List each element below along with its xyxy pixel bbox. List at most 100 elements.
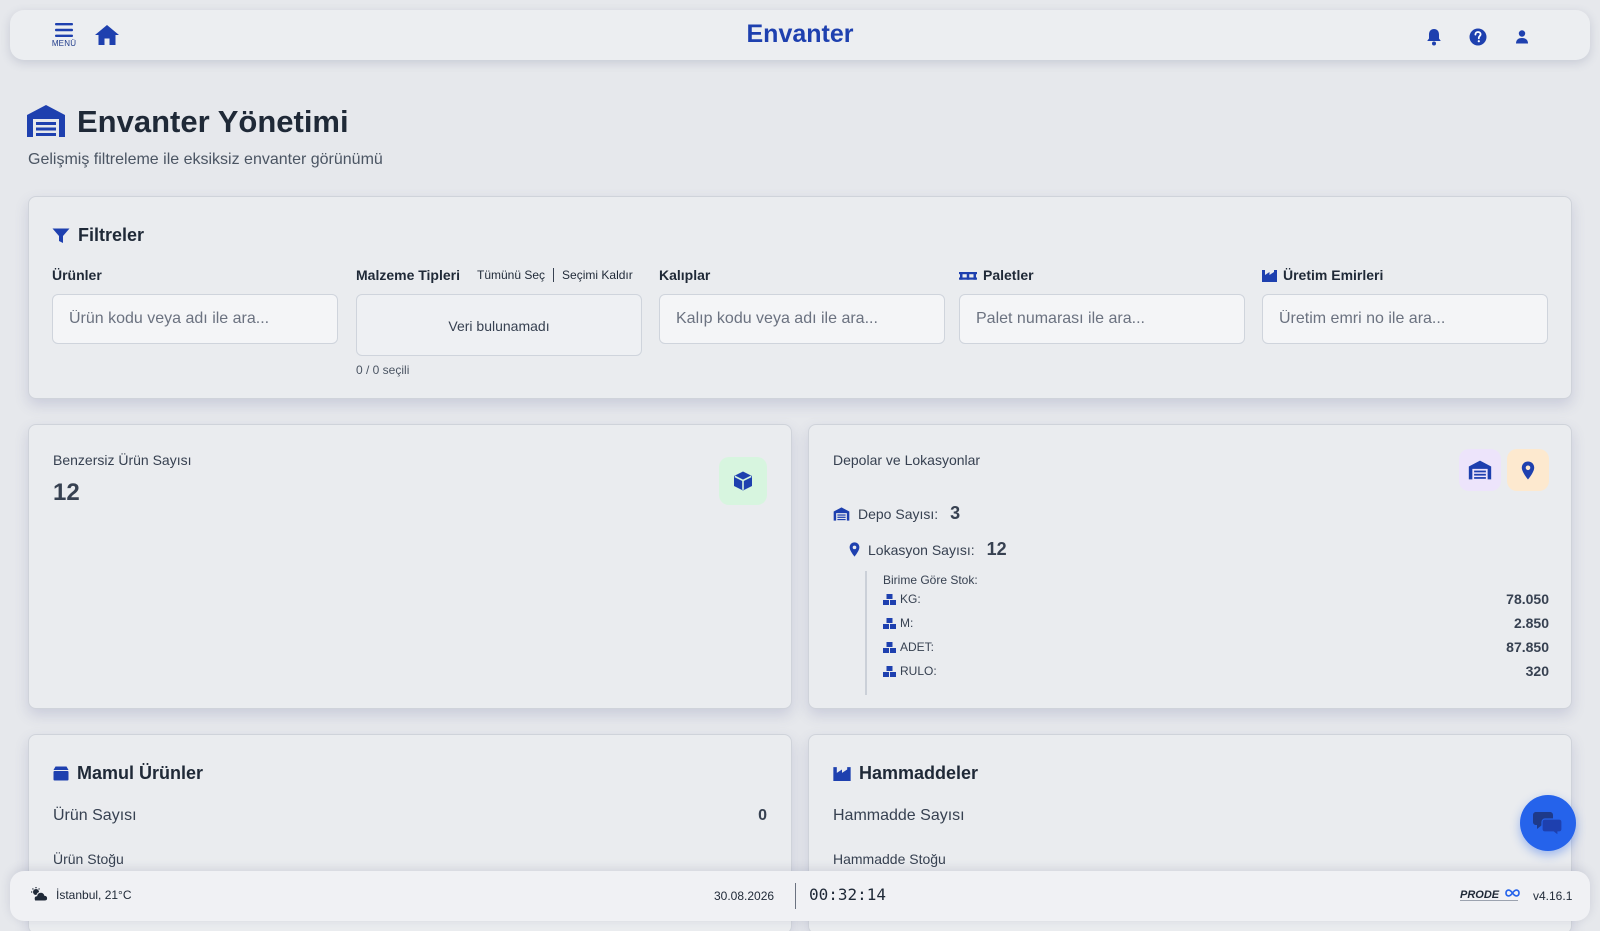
bell-icon [1427, 29, 1441, 46]
work-orders-label: Üretim Emirleri [1262, 267, 1383, 283]
factory-icon [833, 767, 851, 781]
depot-count-value: 3 [950, 503, 961, 523]
warehouse-icon [1468, 460, 1492, 480]
footer-bar: İstanbul, 21°C 30.08.2026 00:32:14 PRODE… [10, 871, 1590, 921]
location-pin-icon [849, 542, 860, 557]
location-badge [1507, 449, 1549, 491]
page-subtitle: Gelişmiş filtreleme ile eksiksiz envante… [28, 151, 383, 168]
raw-materials-count-row: Hammadde Sayısı [833, 807, 1547, 825]
unit-row: RULO: 320 [883, 659, 1549, 683]
material-types-label-text: Malzeme Tipleri [356, 267, 461, 283]
unit-name: KG: [900, 592, 921, 606]
filters-heading: Filtreler [52, 225, 144, 246]
unit-name: ADET: [900, 640, 935, 654]
material-types-label: Malzeme Tipleri [356, 267, 460, 283]
boxes-icon [883, 641, 896, 653]
boxes-icon [883, 617, 896, 629]
pallets-label-text: Paletler [983, 267, 1034, 283]
actions-divider [553, 268, 555, 282]
stock-by-unit-title: Birime Göre Stok: [883, 573, 978, 587]
app-version: v4.16.1 [1533, 889, 1573, 903]
warehouse-icon [27, 105, 65, 137]
boxes-icon [883, 593, 896, 605]
finished-products-count-label: Ürün Sayısı [53, 807, 137, 824]
unit-value: 78.050 [1506, 591, 1549, 607]
material-types-selected-count: 0 / 0 seçili [356, 363, 410, 377]
filter-icon [52, 228, 70, 243]
user-button[interactable] [1512, 27, 1532, 47]
depot-count-row: Depo Sayısı: 3 [833, 503, 960, 524]
chat-button[interactable] [1520, 795, 1576, 851]
filters-title: Filtreler [78, 225, 145, 245]
finished-products-count-row: Ürün Sayısı 0 [53, 807, 767, 825]
unique-products-label: Benzersiz Ürün Sayısı [53, 452, 192, 468]
cube-icon [734, 471, 752, 491]
raw-materials-stock-label: Hammadde Stoğu [833, 851, 946, 867]
material-types-actions: Tümünü Seç Seçimi Kaldır [477, 268, 633, 282]
unit-name: M: [900, 616, 914, 630]
warehouse-badge [1459, 449, 1501, 491]
footer-divider [795, 883, 796, 909]
unit-name: RULO: [900, 664, 937, 678]
finished-products-stock-label: Ürün Stoğu [53, 851, 124, 867]
warehouses-card: Depolar ve Lokasyonlar Depo Sayısı: 3 Lo… [808, 424, 1572, 709]
user-icon [1516, 30, 1528, 44]
cube-badge [719, 457, 767, 505]
products-label-text: Ürünler [52, 267, 102, 283]
unit-value: 2.850 [1513, 615, 1549, 631]
notifications-button[interactable] [1424, 27, 1444, 47]
stock-by-unit: Birime Göre Stok: KG: 78.050 M: 2.850 AD… [865, 571, 1549, 695]
boxes-icon [883, 665, 896, 677]
filters-panel: Filtreler Ürünler Malzeme Tipleri Tümünü… [28, 196, 1572, 399]
chat-bubbles-icon [1533, 812, 1563, 836]
products-search-input[interactable] [52, 294, 338, 344]
factory-icon [1262, 269, 1277, 282]
warehouses-label: Depolar ve Lokasyonlar [833, 452, 981, 468]
finished-products-count-value: 0 [758, 807, 767, 824]
pallet-icon [959, 272, 977, 280]
unit-value: 87.850 [1506, 639, 1549, 655]
weather-text: İstanbul, 21°C [56, 887, 132, 902]
location-count-value: 12 [986, 539, 1007, 559]
location-count-label: Lokasyon Sayısı: [868, 541, 975, 558]
weather-widget: İstanbul, 21°C [30, 887, 132, 902]
cloud-sun-icon [31, 887, 48, 902]
clear-selection-button[interactable]: Seçimi Kaldır [562, 268, 633, 282]
finished-products-heading: Mamul Ürünler [53, 763, 203, 784]
warehouse-icon [833, 506, 850, 521]
raw-materials-heading: Hammaddeler [833, 763, 978, 784]
select-all-button[interactable]: Tümünü Seç [477, 268, 545, 282]
prodeo-logo-text: PRODE [1460, 889, 1500, 901]
finished-products-title: Mamul Ürünler [77, 763, 204, 783]
pallets-label: Paletler [959, 267, 1034, 283]
footer-clock: 00:32:14 [809, 885, 887, 904]
unit-value: 320 [1525, 663, 1549, 679]
help-icon [1469, 28, 1487, 46]
unit-row: KG: 78.050 [883, 587, 1549, 611]
unit-row: ADET: 87.850 [883, 635, 1549, 659]
app-title: Envanter [746, 20, 854, 48]
molds-label: Kalıplar [659, 267, 710, 283]
prodeo-logo: PRODE [1460, 887, 1526, 908]
raw-materials-count-label: Hammadde Sayısı [833, 807, 965, 824]
footer-date: 30.08.2026 [714, 889, 775, 903]
products-label: Ürünler [52, 267, 102, 283]
pallets-search-input[interactable] [959, 294, 1245, 344]
work-orders-label-text: Üretim Emirleri [1283, 267, 1384, 283]
page-title: Envanter Yönetimi [77, 104, 349, 139]
unique-products-card: Benzersiz Ürün Sayısı 12 [28, 424, 792, 709]
prodeo-logo-mark: PRODE [1460, 889, 1520, 901]
depot-count-label: Depo Sayısı: [858, 505, 939, 522]
location-count-row: Lokasyon Sayısı: 12 [849, 539, 1007, 560]
unit-row: M: 2.850 [883, 611, 1549, 635]
raw-materials-title: Hammaddeler [859, 763, 979, 783]
material-types-list[interactable]: Veri bulunamadı [356, 294, 642, 356]
material-types-empty: Veri bulunamadı [448, 318, 550, 334]
molds-label-text: Kalıplar [659, 267, 711, 283]
top-bar: MENÜ Envanter [10, 10, 1590, 60]
unique-products-value: 12 [53, 479, 80, 506]
molds-search-input[interactable] [659, 294, 945, 344]
location-pin-icon [1521, 461, 1535, 479]
work-orders-search-input[interactable] [1262, 294, 1548, 344]
help-button[interactable] [1468, 27, 1488, 47]
